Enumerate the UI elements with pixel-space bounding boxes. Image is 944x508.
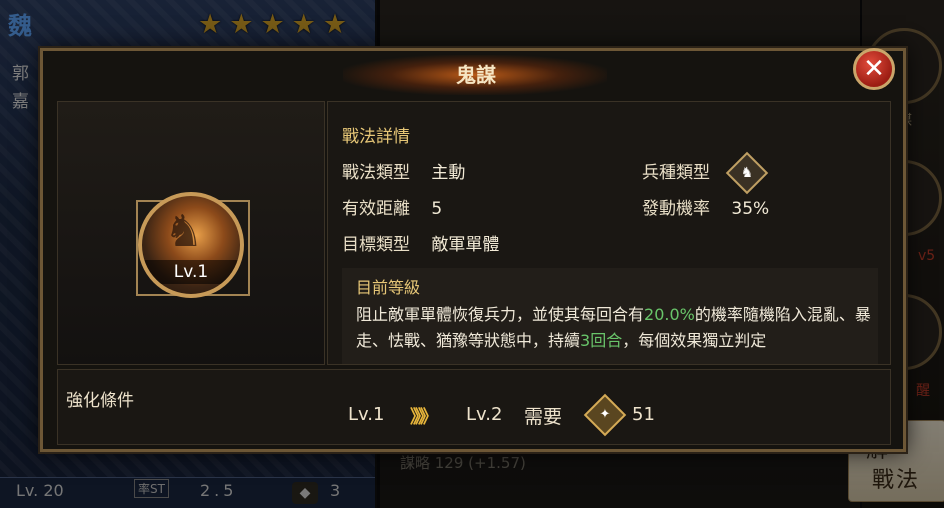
skill-book-icon: ✦ (583, 393, 627, 437)
desc-part: 阻止敵軍單體恢復兵力，並使其每回合有 (356, 305, 645, 324)
range-row: 有效距離 5 (342, 194, 442, 219)
level-description-box: 目前等級 阻止敵軍單體恢復兵力，並使其每回合有20.0%的機率隨機陷入混亂、暴走… (342, 268, 878, 364)
dialog-title: 鬼謀 (456, 63, 496, 87)
target-label: 目標類型 (342, 235, 410, 255)
need-label: 需要 (524, 406, 563, 428)
skill-frame: ♞ Lv.1 (124, 178, 258, 312)
current-level: Lv.1 (348, 404, 385, 425)
skill-level: Lv.1 (142, 260, 240, 284)
target-value: 敵軍單體 (431, 235, 500, 255)
upgrade-title: 強化條件 (66, 391, 134, 411)
cavalry-icon: ♞ (725, 151, 769, 195)
range-label: 有效距離 (342, 199, 410, 219)
desc-highlight: 20.0% (644, 305, 695, 324)
troop-type-label: 兵種類型 (642, 163, 710, 183)
skill-type-row: 戰法類型 主動 (342, 158, 465, 183)
desc-highlight: 3回合 (580, 331, 623, 350)
next-level: Lv.2 (466, 404, 503, 425)
current-level-label: 目前等級 (356, 278, 421, 297)
skill-detail-dialog: 鬼謀 ✕ ♞ Lv.1 戰法詳情 戰法類型 主動 有效距離 5 目標類型 敵軍單… (40, 48, 906, 452)
skill-detail-panel: 戰法詳情 戰法類型 主動 有效距離 5 目標類型 敵軍單體 兵種類型 ♞ 發動機… (327, 101, 891, 365)
upgrade-cost: 51 (632, 404, 655, 425)
skill-icon: ♞ Lv.1 (138, 192, 244, 298)
desc-part: ，每個效果獨立判定 (622, 331, 767, 350)
skill-type-value: 主動 (431, 163, 466, 183)
range-value: 5 (431, 199, 443, 219)
skill-description: 阻止敵軍單體恢復兵力，並使其每回合有20.0%的機率隨機陷入混亂、暴走、怯戰、猶… (356, 302, 872, 354)
close-button[interactable]: ✕ (853, 48, 895, 90)
trigger-rate-value: 35% (731, 199, 770, 219)
trigger-rate-row: 發動機率 35% (642, 194, 769, 219)
trigger-rate-label: 發動機率 (642, 199, 710, 219)
target-row: 目標類型 敵軍單體 (342, 230, 499, 255)
skill-type-label: 戰法類型 (342, 163, 410, 183)
upgrade-panel: 強化條件 Lv.1 》》》 Lv.2 需要 ✦ 51 (57, 369, 891, 445)
skill-icon-panel: ♞ Lv.1 (57, 101, 325, 365)
arrow-right-icon: 》》》 (410, 407, 438, 428)
section-title: 戰法詳情 (342, 127, 410, 147)
warrior-icon: ♞ (164, 206, 204, 257)
troop-type-row: 兵種類型 (642, 158, 710, 183)
